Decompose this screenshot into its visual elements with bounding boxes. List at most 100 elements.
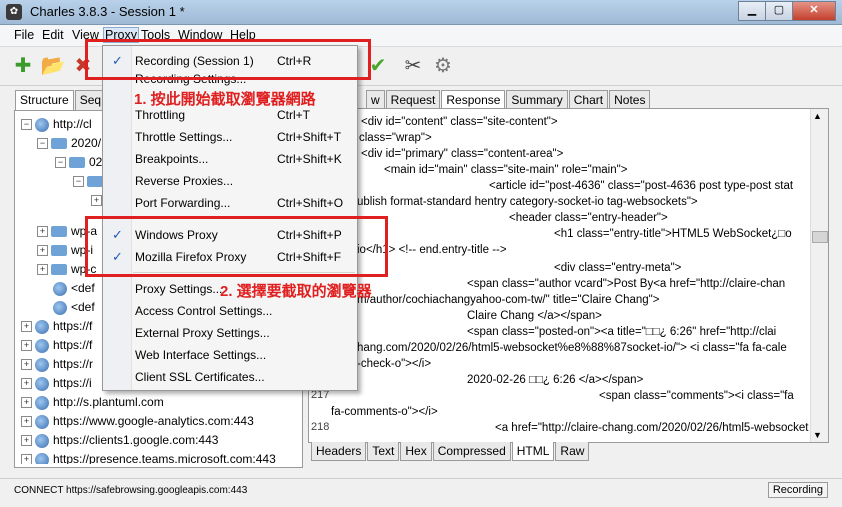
tab-chart[interactable]: Chart — [568, 90, 609, 110]
tree-node[interactable]: + https://presence.teams.microsoft.com:44… — [21, 450, 276, 464]
code-line: <h1 class="entry-title">HTML5 WebSocket¿… — [554, 228, 792, 240]
menu-item-reverse-proxies[interactable]: Reverse Proxies... — [103, 170, 357, 192]
code-line: <main id="main" class="site-main" role="… — [384, 164, 628, 176]
folder-icon — [51, 264, 67, 276]
minimize-button[interactable]: ▁ — [738, 1, 766, 21]
menu-item-client-ssl[interactable]: Client SSL Certificates... — [103, 366, 357, 388]
expand-icon[interactable]: + — [37, 245, 48, 257]
tab-hex[interactable]: Hex — [400, 442, 432, 461]
menu-item-breakpoints[interactable]: Breakpoints... Ctrl+Shift+K — [103, 148, 357, 170]
tree-node[interactable]: + https://www.google-analytics.com:443 — [21, 412, 254, 430]
folder-icon — [51, 226, 67, 238]
expand-icon[interactable]: + — [21, 378, 32, 390]
new-session-icon[interactable]: ✚ — [10, 53, 36, 79]
tree-node[interactable]: <def — [53, 298, 95, 316]
expand-icon[interactable]: + — [21, 359, 32, 371]
tab-text[interactable]: Text — [367, 442, 400, 461]
tab-headers[interactable]: Headers — [311, 442, 367, 461]
code-line: <span class="author vcard">Post By<a hre… — [467, 278, 786, 290]
annotation-step1: 1. 按此開始截取瀏覽器網路 — [134, 91, 316, 108]
tab-raw[interactable]: Raw — [555, 442, 590, 461]
scroll-up-icon[interactable]: ▲ — [813, 111, 822, 121]
settings-gear-icon[interactable]: ⚙ — [430, 53, 456, 79]
code-line: <div id="content" class="site-content"> — [361, 116, 558, 128]
tab-notes[interactable]: Notes — [609, 90, 651, 110]
expand-icon[interactable]: + — [21, 340, 32, 352]
tree-node[interactable]: + https://clients1.google.com:443 — [21, 431, 218, 449]
tab-response[interactable]: Response — [441, 90, 506, 110]
folder-icon — [51, 138, 67, 150]
collapse-icon[interactable]: − — [21, 119, 32, 131]
code-line: fa-comments-o"></i> — [331, 406, 438, 418]
response-view-tabs: Headers Text Hex Compressed HTML Raw — [311, 442, 590, 461]
title-bar: ✿ Charles 3.8.3 - Session 1 * ▁ ▢ ✕ — [0, 0, 842, 25]
collapse-icon[interactable]: − — [55, 157, 66, 169]
status-message: CONNECT https://safebrowsing.googleapis.… — [14, 485, 248, 496]
tree-node[interactable]: −02 — [55, 153, 102, 171]
close-button[interactable]: ✕ — [792, 1, 836, 21]
right-tabs: w Request Response Summary Chart Notes — [366, 90, 651, 110]
expand-icon[interactable]: + — [21, 435, 32, 447]
menu-item-throttle-settings[interactable]: Throttle Settings... Ctrl+Shift+T — [103, 126, 357, 148]
tree-node[interactable]: + https://r — [21, 355, 93, 373]
charles-window: ✿ Charles 3.8.3 - Session 1 * ▁ ▢ ✕ File… — [0, 0, 842, 507]
folder-icon — [69, 157, 85, 169]
scrollbar-thumb[interactable] — [812, 231, 828, 243]
code-line: hang.com/2020/02/26/html5-websocket%e8%8… — [357, 342, 787, 354]
charles-icon: ✿ — [6, 4, 22, 20]
tree-node[interactable]: + https://f — [21, 317, 92, 335]
window-title: Charles 3.8.3 - Session 1 * — [30, 4, 185, 19]
globe-icon — [35, 452, 49, 464]
expand-icon[interactable]: + — [21, 397, 32, 409]
tab-compressed[interactable]: Compressed — [432, 442, 511, 461]
tab-html[interactable]: HTML — [511, 442, 555, 461]
expand-icon[interactable]: + — [21, 416, 32, 428]
tab-request[interactable]: Request — [385, 90, 441, 110]
maximize-button[interactable]: ▢ — [765, 1, 793, 21]
code-line: <a href="http://claire-chang.com/2020/02… — [495, 422, 809, 434]
collapse-icon[interactable]: − — [73, 176, 84, 188]
code-line: <span class="posted-on"><a title="□□¿ 6:… — [467, 326, 777, 338]
menu-item-port-forwarding[interactable]: Port Forwarding... Ctrl+Shift+O — [103, 192, 357, 214]
tree-node[interactable]: + https://i — [21, 374, 92, 392]
menu-item-access-control[interactable]: Access Control Settings... — [103, 300, 357, 322]
expand-icon[interactable]: + — [37, 264, 48, 276]
code-line: <div class="entry-meta"> — [554, 262, 682, 274]
globe-icon — [35, 376, 49, 391]
request-icon — [53, 281, 67, 296]
menu-item-web-interface[interactable]: Web Interface Settings... — [103, 344, 357, 366]
menu-edit[interactable]: Edit — [42, 28, 64, 42]
code-line: <span class="comments"><i class="fa — [599, 390, 794, 402]
vertical-scrollbar[interactable]: ▲ ▼ — [810, 109, 828, 442]
tree-node[interactable]: −2020/ — [37, 134, 101, 152]
expand-icon[interactable]: + — [21, 321, 32, 333]
folder-icon — [51, 245, 67, 257]
expand-icon[interactable]: + — [37, 226, 48, 238]
code-line: Claire Chang </a></span> — [467, 310, 602, 322]
tree-node[interactable]: − http://cl — [21, 115, 92, 133]
globe-icon — [35, 395, 49, 410]
request-icon — [53, 300, 67, 315]
window-controls: ▁ ▢ ✕ — [738, 1, 836, 21]
folder-icon — [87, 176, 103, 188]
tree-node[interactable]: <def — [53, 279, 95, 297]
tab-structure[interactable]: Structure — [15, 90, 74, 110]
code-line: ublish format-standard hentry category-s… — [357, 196, 698, 208]
tab-summary[interactable]: Summary — [506, 90, 568, 110]
highlight-box-browser-proxy — [85, 216, 388, 277]
menu-file[interactable]: File — [14, 28, 34, 42]
tree-node[interactable]: + http://s.plantuml.com — [21, 393, 164, 411]
globe-icon — [35, 338, 49, 353]
tree-node[interactable]: + https://f — [21, 336, 92, 354]
menu-item-external-proxy[interactable]: External Proxy Settings... — [103, 322, 357, 344]
collapse-icon[interactable]: − — [37, 138, 48, 150]
code-line: <article id="post-4636" class="post-4636… — [489, 180, 794, 192]
tools-icon[interactable]: ✂ — [400, 53, 426, 79]
scroll-down-icon[interactable]: ▼ — [813, 430, 822, 440]
recording-status-button[interactable]: Recording — [767, 482, 828, 498]
open-folder-icon[interactable]: 📂 — [40, 53, 66, 79]
status-bar: CONNECT https://safebrowsing.googleapis.… — [0, 478, 842, 507]
expand-icon[interactable]: + — [21, 454, 32, 464]
tab-overview[interactable]: w — [366, 90, 385, 110]
expand-icon[interactable]: + — [91, 195, 102, 207]
